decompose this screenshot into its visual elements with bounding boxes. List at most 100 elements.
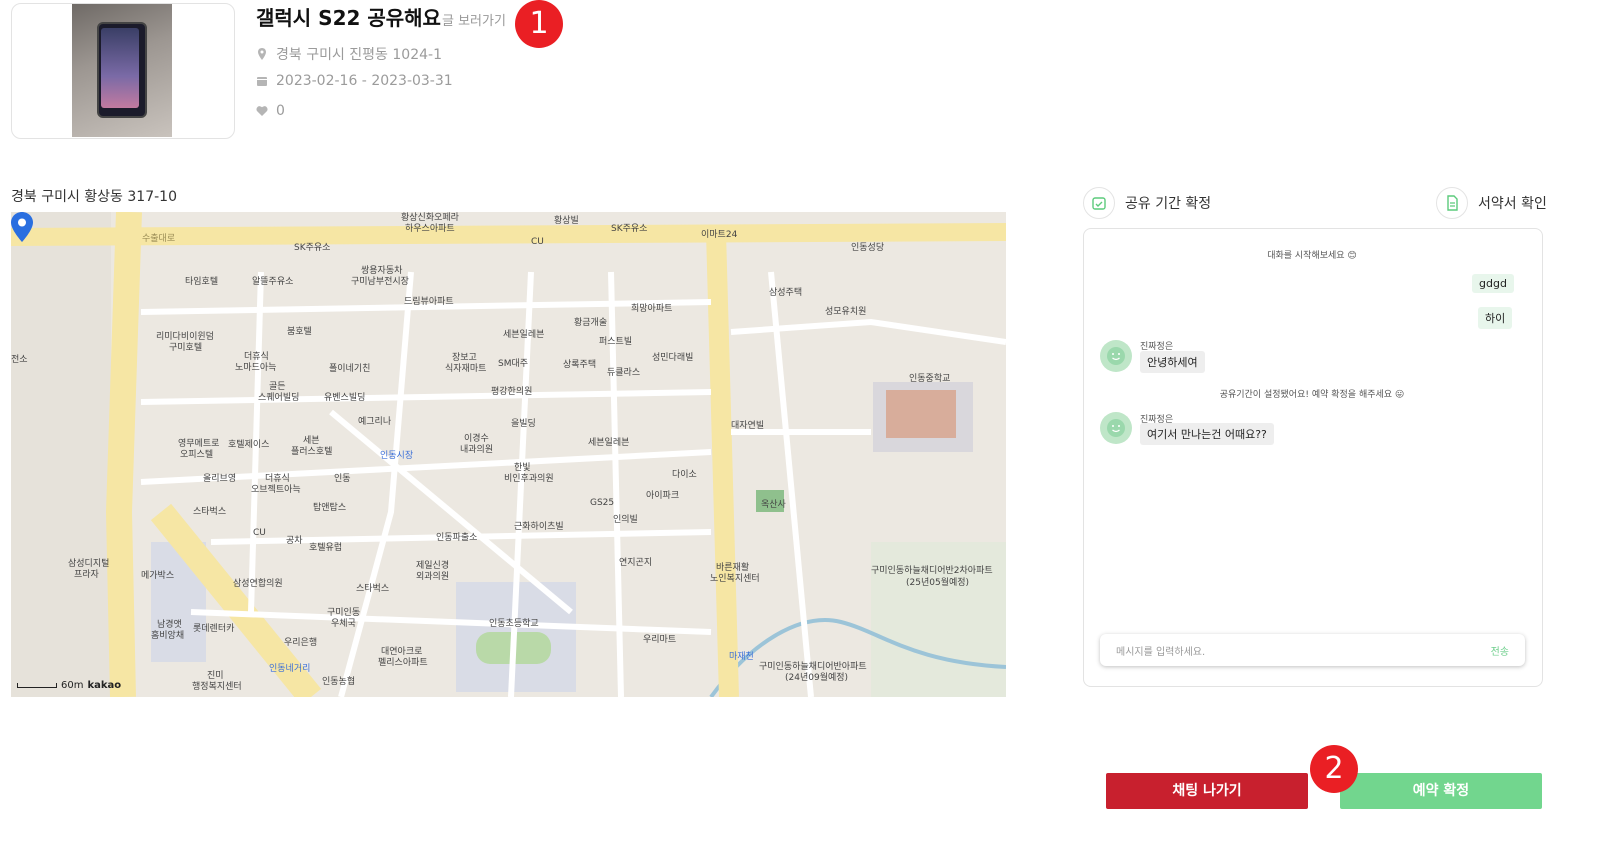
map-label: (25년05월예정)	[906, 578, 970, 588]
map-label: 세븐일레븐	[588, 438, 630, 448]
map-label: 플러스호텔	[291, 447, 333, 457]
map-label: 인의빌	[613, 515, 638, 525]
map-label: 하우스아파트	[405, 224, 455, 234]
map-label: 노마드아늑	[235, 363, 277, 373]
map-label: 예그리나	[358, 417, 392, 427]
map-label: 근화하이츠빌	[514, 522, 564, 532]
my-message: gdgd	[1472, 274, 1514, 293]
map-label: 우체국	[331, 619, 356, 629]
map-label: 우리마트	[643, 635, 677, 645]
map-label: GS25	[590, 498, 615, 508]
map-label: 인동성당	[851, 243, 885, 253]
map-label: 붐호텔	[287, 327, 312, 337]
map-label: 장보고	[452, 353, 477, 363]
map-label: 옥산사	[761, 500, 786, 510]
period-text: 2023-02-16 - 2023-03-31	[276, 73, 453, 89]
map-label: 인동초등학교	[489, 619, 539, 629]
map-label: 공차	[286, 536, 303, 546]
map-label: 성모유치원	[825, 307, 867, 317]
annotation-badge-1: 1	[515, 0, 563, 48]
map-label: 리미다비이윈덤	[156, 332, 214, 342]
map-label: 올리브영	[203, 474, 237, 484]
map-scale-text: 60m	[61, 680, 84, 691]
map-marker-icon[interactable]	[11, 212, 33, 242]
location-row: 경북 구미시 진평동 1024-1	[256, 44, 442, 64]
map-label: 황상신화오페라	[401, 213, 459, 223]
contract-check-button[interactable]: 서약서 확인	[1436, 187, 1547, 219]
map-label: 탑앤탑스	[313, 503, 347, 513]
map-label: 오브젝트아늑	[251, 485, 301, 495]
smile-face-icon	[1107, 419, 1125, 437]
map-label: 홈비앙채	[151, 631, 185, 641]
map-label: 구미인동하늘채디어반아파트	[759, 662, 867, 672]
map-label: CU	[531, 237, 544, 247]
contract-check-label: 서약서 확인	[1478, 196, 1547, 212]
calendar-check-icon	[1083, 187, 1115, 219]
chat-window	[1083, 228, 1543, 687]
map-label: 바른재활	[716, 563, 750, 573]
map-label: 프라자	[74, 570, 99, 580]
map-address-label: 경북 구미시 황상동 317-10	[11, 189, 177, 205]
map-label: 펠리스아파트	[378, 658, 428, 668]
likes-row: 0	[256, 103, 285, 119]
map-label: 더휴식	[265, 474, 290, 484]
map-label: 인동중학교	[909, 374, 951, 384]
map-label: 호텔제이스	[228, 440, 270, 450]
map-label: 스퀘어빌딩	[258, 393, 300, 403]
map-label: 황상빌	[554, 216, 579, 226]
period-row: 2023-02-16 - 2023-03-31	[256, 73, 453, 89]
map-label: 평강한의원	[491, 387, 533, 397]
map-label: 듀클라스	[607, 368, 641, 378]
map-label: 더휴식	[244, 352, 269, 362]
map-label: 식자재마트	[445, 364, 487, 374]
map-label: 타임호텔	[185, 277, 219, 287]
my-message: 하이	[1478, 307, 1513, 329]
map-label: 연지곤지	[619, 558, 653, 568]
map-brand: kakao	[87, 680, 122, 691]
system-message-period: 공유기간이 설정됐어요! 예약 확정을 해주세요 😛	[1219, 390, 1405, 400]
map-label: 희망아파트	[631, 304, 673, 314]
phone-screen	[101, 28, 139, 108]
view-post-link[interactable]: 글 보러가기	[442, 10, 506, 29]
map-view[interactable]: 황상신화오페라 하우스아파트 SK주유소 황상빌 이마트24 CU 수출대로 S…	[11, 212, 1006, 697]
heart-icon	[256, 106, 268, 116]
map-label: 폴이네기친	[329, 364, 371, 374]
map-label: 남경앳	[157, 620, 182, 630]
map-label: 이경수	[464, 434, 489, 444]
location-text: 경북 구미시 진평동 1024-1	[276, 47, 442, 63]
map-label: 드림뷰아파트	[404, 297, 454, 307]
map-label: 삼성주택	[769, 288, 803, 298]
confirm-reservation-button[interactable]: 예약 확정	[1340, 773, 1542, 809]
map-label: 세븐	[303, 436, 320, 446]
map-label: 진미	[207, 671, 224, 681]
confirm-period-label: 공유 기간 확정	[1125, 196, 1212, 212]
map-label: 수출대로	[142, 234, 176, 244]
map-label: 인동	[334, 474, 351, 484]
map-label: 유벤스빌딩	[324, 393, 366, 403]
map-label: 구미인동	[327, 608, 361, 618]
send-button[interactable]: 전송	[1491, 643, 1509, 658]
map-label: 인동농협	[322, 677, 356, 687]
avatar	[1100, 412, 1132, 444]
map-label: SK주유소	[611, 224, 648, 234]
map-label: 쌍용자동차	[361, 266, 403, 276]
calendar-icon	[257, 77, 267, 86]
map-label: 삼성연합의원	[233, 579, 283, 589]
annotation-badge-2: 2	[1310, 745, 1358, 793]
map-label: 인동파출소	[436, 533, 478, 543]
map-label: 인동네거리	[269, 664, 311, 674]
map-label: 호텔유럽	[309, 543, 343, 553]
message-input[interactable]: 메시지를 입력하세요. 전송	[1100, 634, 1525, 666]
map-label: 전소	[11, 355, 28, 365]
map-label: 알뜰주유소	[252, 277, 294, 287]
map-label: 황금개술	[574, 318, 608, 328]
leave-chat-button[interactable]: 채팅 나가기	[1106, 773, 1308, 809]
smile-face-icon	[1107, 347, 1125, 365]
map-label: 다이소	[672, 470, 697, 480]
map-label: 오피스텔	[180, 450, 214, 460]
confirm-period-button[interactable]: 공유 기간 확정	[1083, 187, 1211, 219]
map-label: 마재천	[729, 652, 754, 662]
map-label: 스타벅스	[356, 584, 390, 594]
location-pin-icon	[258, 48, 266, 60]
map-label: 아이파크	[646, 491, 680, 501]
